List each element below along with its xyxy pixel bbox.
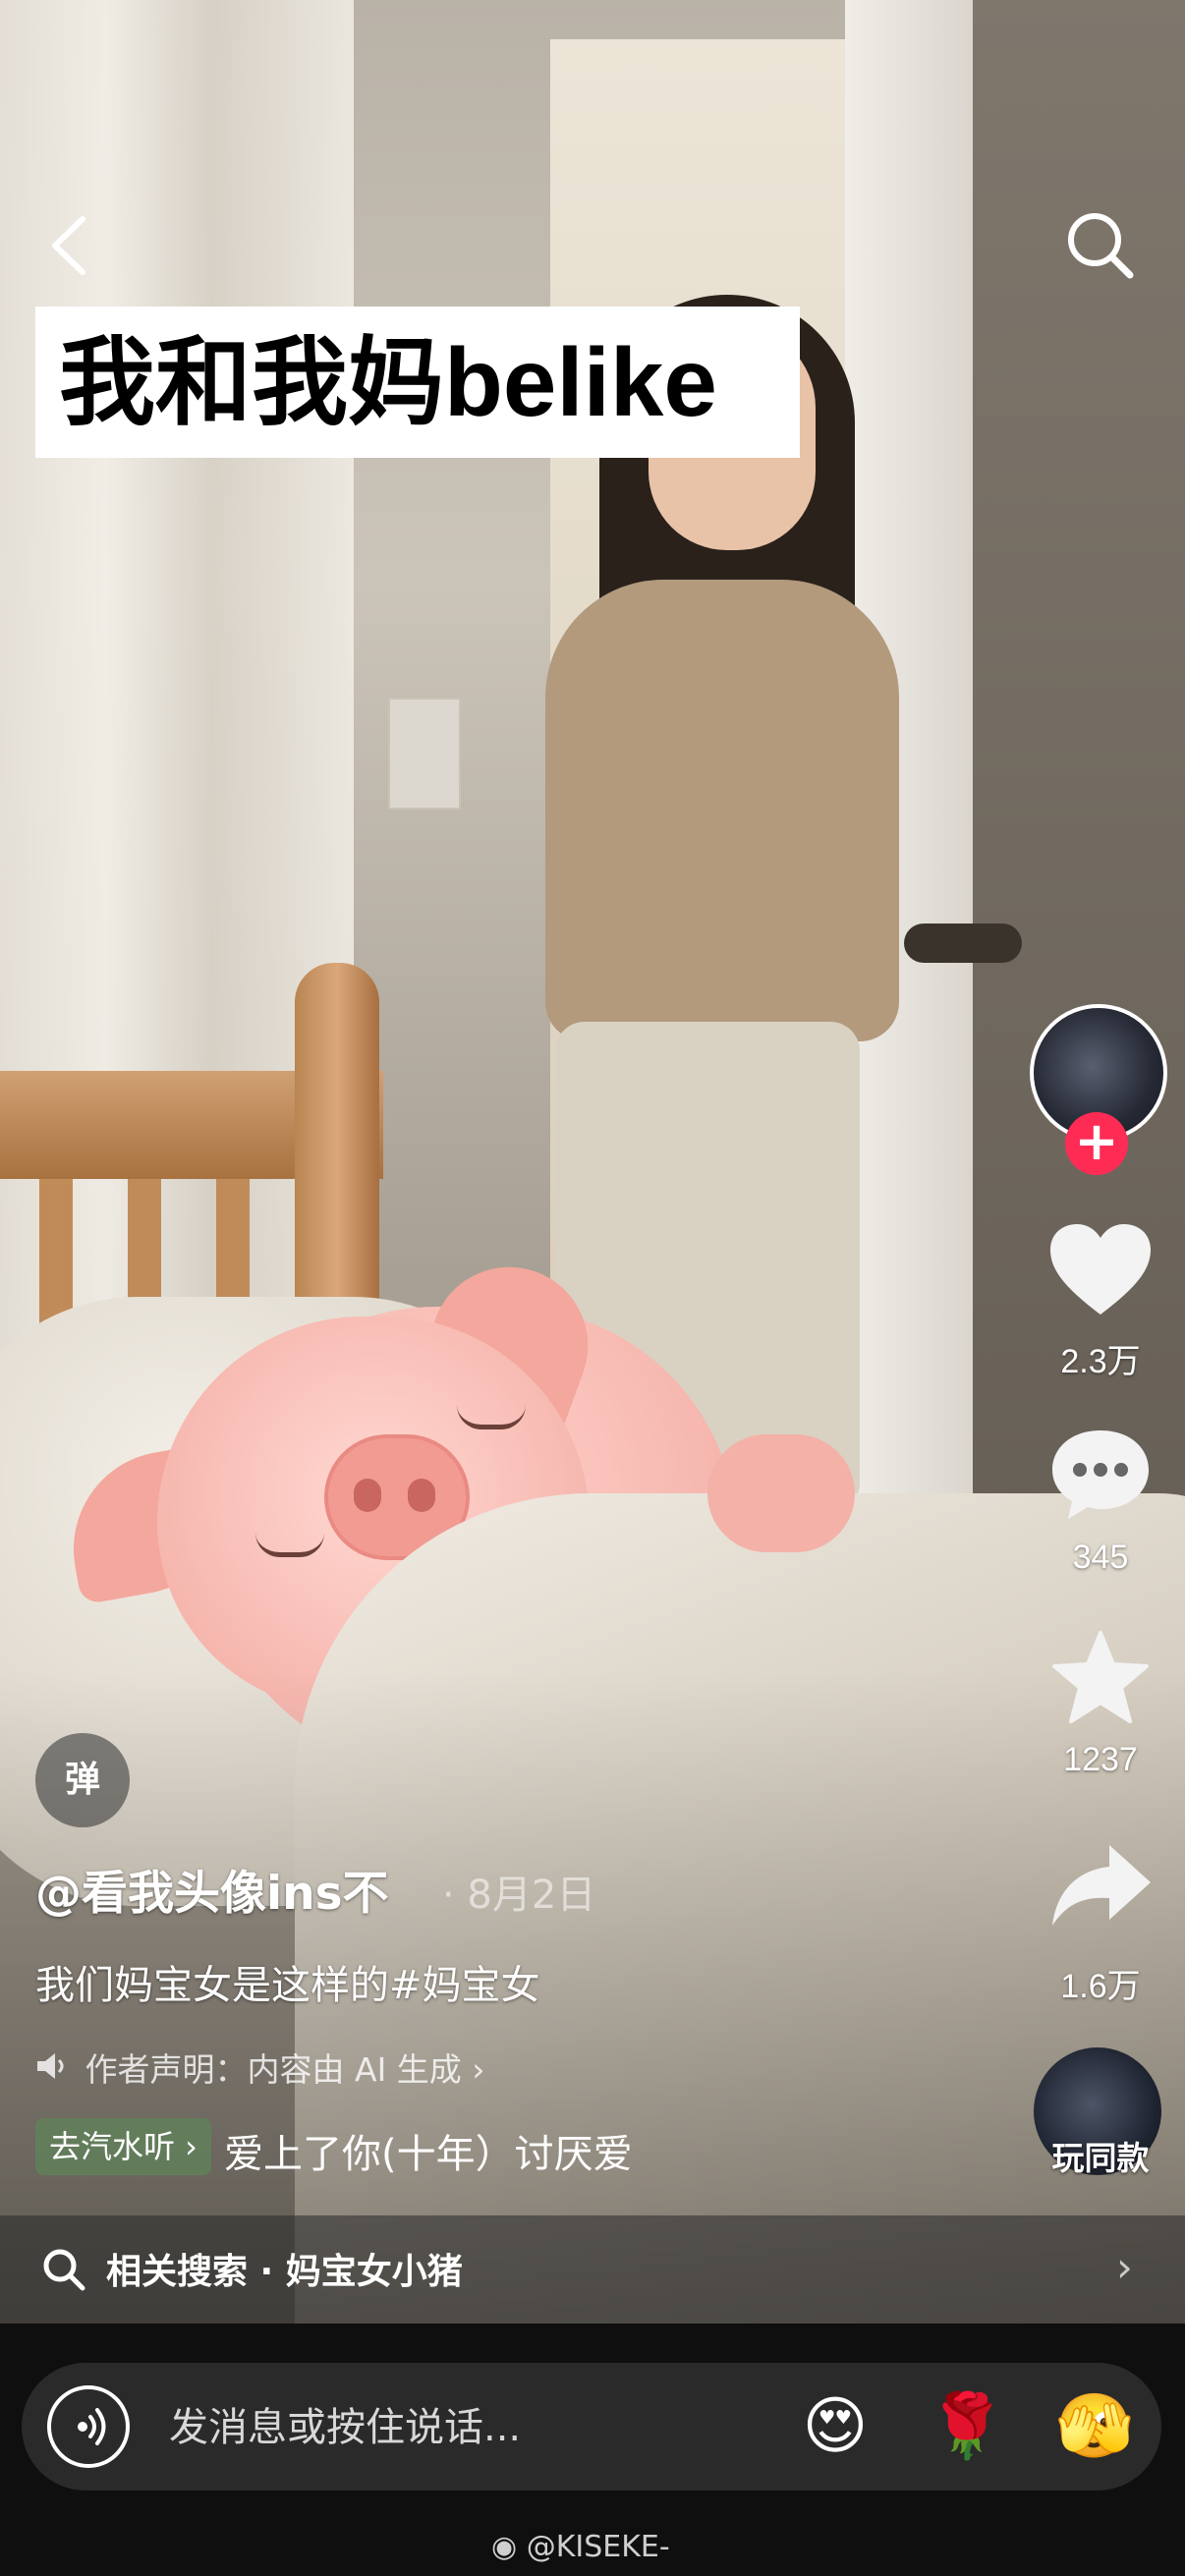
pig-nostril xyxy=(408,1479,435,1512)
related-search-text: 相关搜索 · 妈宝女小猪 xyxy=(106,2252,463,2292)
comment-icon xyxy=(1052,1430,1149,1519)
share-count: 1.6万 xyxy=(1060,1968,1141,2005)
voice-button[interactable] xyxy=(47,2385,130,2468)
pig-hoof xyxy=(707,1434,855,1552)
back-button[interactable] xyxy=(39,211,102,280)
search-icon xyxy=(1068,213,1134,279)
favorite-count: 1237 xyxy=(1063,1741,1138,1778)
chevron-left-icon xyxy=(52,216,85,275)
song-name[interactable]: 爱上了你(十年）讨厌爱 xyxy=(224,2122,633,2179)
video-caption[interactable]: 我们妈宝女是这样的#妈宝女 xyxy=(35,1953,540,2010)
light-switch xyxy=(388,698,461,810)
woman-body xyxy=(545,580,899,1041)
like-button[interactable] xyxy=(1044,1218,1157,1320)
like-count: 2.3万 xyxy=(1060,1343,1141,1380)
related-search-bar[interactable]: 相关搜索 · 妈宝女小猪 › xyxy=(0,2215,1185,2324)
rose-emoji-button[interactable]: 🌹 xyxy=(926,2385,1008,2468)
share-icon xyxy=(1052,1845,1151,1926)
chevron-right-icon: › xyxy=(1116,2243,1133,2291)
heart-icon xyxy=(1050,1224,1151,1315)
search-button[interactable] xyxy=(1061,206,1140,285)
pig-nostril xyxy=(354,1479,381,1512)
favorite-button[interactable] xyxy=(1044,1627,1157,1729)
open-in-qishui-button[interactable]: 去汽水听 › xyxy=(35,2118,211,2175)
peeking-emoji-button[interactable]: 🫣 xyxy=(1053,2385,1136,2468)
weibo-watermark: ◉ @KISEKE- xyxy=(491,2530,670,2564)
watermark-text: @KISEKE- xyxy=(526,2530,670,2564)
star-icon xyxy=(1052,1631,1149,1723)
door-handle xyxy=(904,924,1022,963)
author-name[interactable]: @看我头像ins不 xyxy=(35,1855,389,1923)
weibo-icon: ◉ xyxy=(491,2530,518,2564)
post-date: · 8月2日 xyxy=(442,1873,596,1918)
use-sound-label[interactable]: 玩同款 xyxy=(1012,2132,1185,2179)
search-icon xyxy=(43,2249,85,2291)
heart-eyes-emoji-button[interactable]: 😍 xyxy=(794,2385,876,2468)
ai-statement[interactable]: 作者声明：内容由 AI 生成 › xyxy=(35,2044,484,2091)
video-title-overlay: 我和我妈belike xyxy=(35,307,800,458)
danmaku-toggle[interactable]: 弹 xyxy=(35,1733,130,1827)
message-input[interactable] xyxy=(167,2397,761,2458)
voice-wave-icon xyxy=(78,2408,106,2445)
speaker-icon xyxy=(35,2050,75,2089)
share-button[interactable] xyxy=(1044,1835,1157,1937)
follow-button[interactable]: + xyxy=(1065,1112,1128,1175)
ai-statement-text: 作者声明：内容由 AI 生成 › xyxy=(85,2050,485,2089)
comment-button[interactable] xyxy=(1044,1423,1157,1525)
comment-count: 345 xyxy=(1072,1539,1129,1576)
